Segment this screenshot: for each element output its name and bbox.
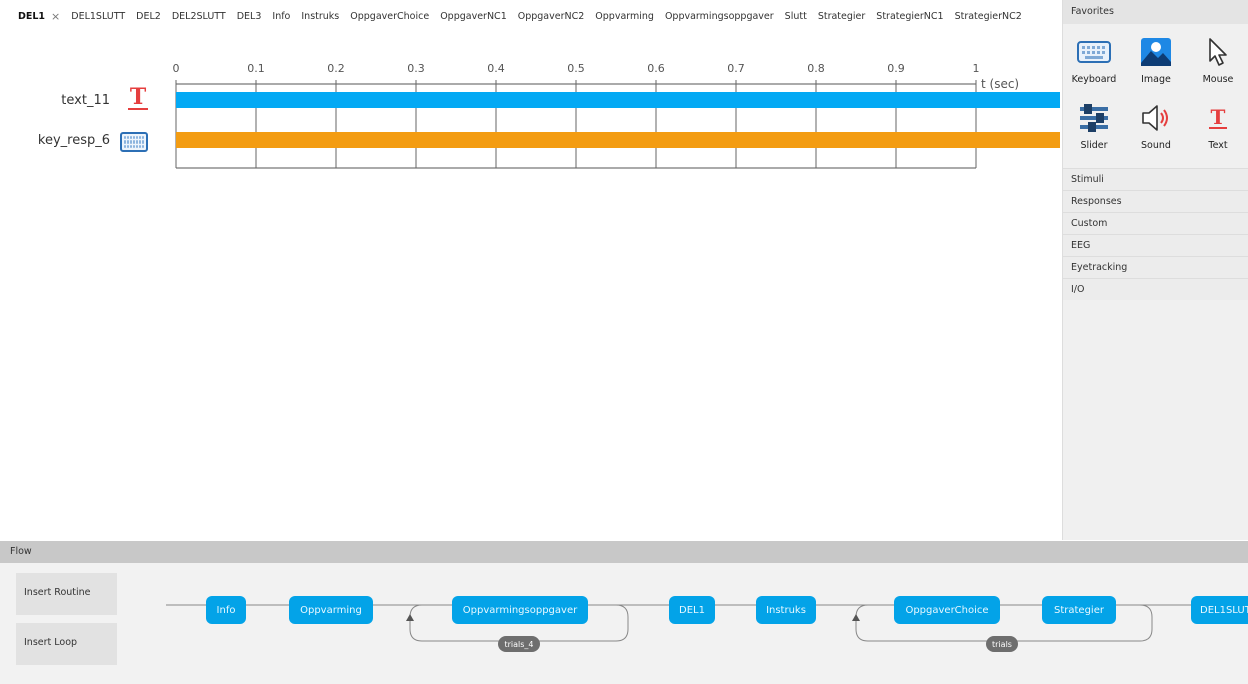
routine-instruks[interactable]: Instruks <box>756 596 816 624</box>
routine-del1slutt[interactable]: DEL1SLUTT <box>1191 596 1248 624</box>
section-custom[interactable]: Custom <box>1063 212 1248 234</box>
tab-info[interactable]: Info <box>272 11 290 22</box>
component-bar-text_11 <box>176 92 1060 108</box>
component-label-text[interactable]: text_11 <box>0 93 110 108</box>
routine-timeline: 0 0.1 0.2 0.3 0.4 0.5 0.6 0.7 0.8 0.9 1 t (sec) tex… <box>0 32 1060 540</box>
tab-oppvarmingsoppgaver[interactable]: Oppvarmingsoppgaver <box>665 11 774 22</box>
close-icon[interactable]: × <box>51 10 60 23</box>
text-icon: T <box>1208 105 1228 129</box>
favorites-grid: Keyboard Image Mouse Slider Sound T Text <box>1063 24 1248 162</box>
tab-oppgaverchoice[interactable]: OppgaverChoice <box>350 11 429 22</box>
tab-del1[interactable]: DEL1 × <box>18 10 60 23</box>
routine-info[interactable]: Info <box>206 596 246 624</box>
routine-del1[interactable]: DEL1 <box>669 596 715 624</box>
tab-del3[interactable]: DEL3 <box>237 11 262 22</box>
timeline-tick-label: 0.9 <box>887 62 905 75</box>
timeline-tick-label: 0.2 <box>327 62 345 75</box>
loop-trials[interactable]: trials <box>986 636 1018 652</box>
tab-oppgavernc2[interactable]: OppgaverNC2 <box>518 11 585 22</box>
tab-strategiernc1[interactable]: StrategierNC1 <box>876 11 943 22</box>
flow-header: Flow <box>0 541 1248 563</box>
routine-oppvarming[interactable]: Oppvarming <box>289 596 373 624</box>
routine-tabs: DEL1 × DEL1SLUTT DEL2 DEL2SLUTT DEL3 Info… <box>0 0 1060 32</box>
routine-oppgaverchoice[interactable]: OppgaverChoice <box>894 596 1000 624</box>
section-io[interactable]: I/O <box>1063 278 1248 300</box>
tab-slutt[interactable]: Slutt <box>785 11 807 22</box>
timeline-tick-label: 0.3 <box>407 62 425 75</box>
tab-del1slutt[interactable]: DEL1SLUTT <box>71 11 125 22</box>
flow-panel: Insert Routine Insert Loop Info Oppvarmi… <box>0 563 1248 684</box>
tab-oppgavernc1[interactable]: OppgaverNC1 <box>440 11 507 22</box>
favorite-mouse[interactable]: Mouse <box>1187 34 1248 96</box>
favorites-header[interactable]: Favorites <box>1063 0 1248 24</box>
section-eeg[interactable]: EEG <box>1063 234 1248 256</box>
timeline-tick-label: 1 <box>973 62 980 75</box>
tab-del2[interactable]: DEL2 <box>136 11 161 22</box>
favorite-keyboard[interactable]: Keyboard <box>1063 34 1125 96</box>
mouse-icon <box>1206 34 1230 70</box>
text-icon[interactable]: T <box>124 86 152 110</box>
tab-del2slutt[interactable]: DEL2SLUTT <box>172 11 226 22</box>
keyboard-icon <box>1077 34 1111 70</box>
timeline-tick-label: 0 <box>173 62 180 75</box>
section-eyetracking[interactable]: Eyetracking <box>1063 256 1248 278</box>
image-icon <box>1140 34 1172 70</box>
routine-oppvarmingsoppgaver[interactable]: Oppvarmingsoppgaver <box>452 596 588 624</box>
timeline-tick-label: 0.5 <box>567 62 585 75</box>
tab-instruks[interactable]: Instruks <box>301 11 339 22</box>
tab-oppvarming[interactable]: Oppvarming <box>595 11 654 22</box>
keyboard-icon[interactable] <box>120 131 148 153</box>
tab-strategier[interactable]: Strategier <box>818 11 865 22</box>
component-bar-key_resp_6 <box>176 132 1060 148</box>
favorite-sound[interactable]: Sound <box>1125 100 1187 162</box>
routine-strategier[interactable]: Strategier <box>1042 596 1116 624</box>
slider-icon <box>1078 100 1110 136</box>
timeline-tick-label: 0.8 <box>807 62 825 75</box>
timeline-axis-label: t (sec) <box>981 77 1019 91</box>
loop-trials-4[interactable]: trials_4 <box>498 636 540 652</box>
timeline-tick-label: 0.1 <box>247 62 265 75</box>
component-label-keyboard[interactable]: key_resp_6 <box>0 133 110 148</box>
tab-strategiernc2[interactable]: StrategierNC2 <box>955 11 1022 22</box>
section-responses[interactable]: Responses <box>1063 190 1248 212</box>
timeline-tick-label: 0.7 <box>727 62 745 75</box>
section-stimuli[interactable]: Stimuli <box>1063 168 1248 190</box>
timeline-canvas: 0 0.1 0.2 0.3 0.4 0.5 0.6 0.7 0.8 0.9 1t (sec) <box>173 62 1060 169</box>
sound-icon <box>1140 100 1172 136</box>
favorite-image[interactable]: Image <box>1125 34 1187 96</box>
favorite-slider[interactable]: Slider <box>1063 100 1125 162</box>
timeline-tick-label: 0.6 <box>647 62 665 75</box>
components-panel: Favorites Keyboard Image Mouse Slider So… <box>1062 0 1248 540</box>
timeline-tick-label: 0.4 <box>487 62 505 75</box>
favorite-text[interactable]: T Text <box>1187 100 1248 162</box>
